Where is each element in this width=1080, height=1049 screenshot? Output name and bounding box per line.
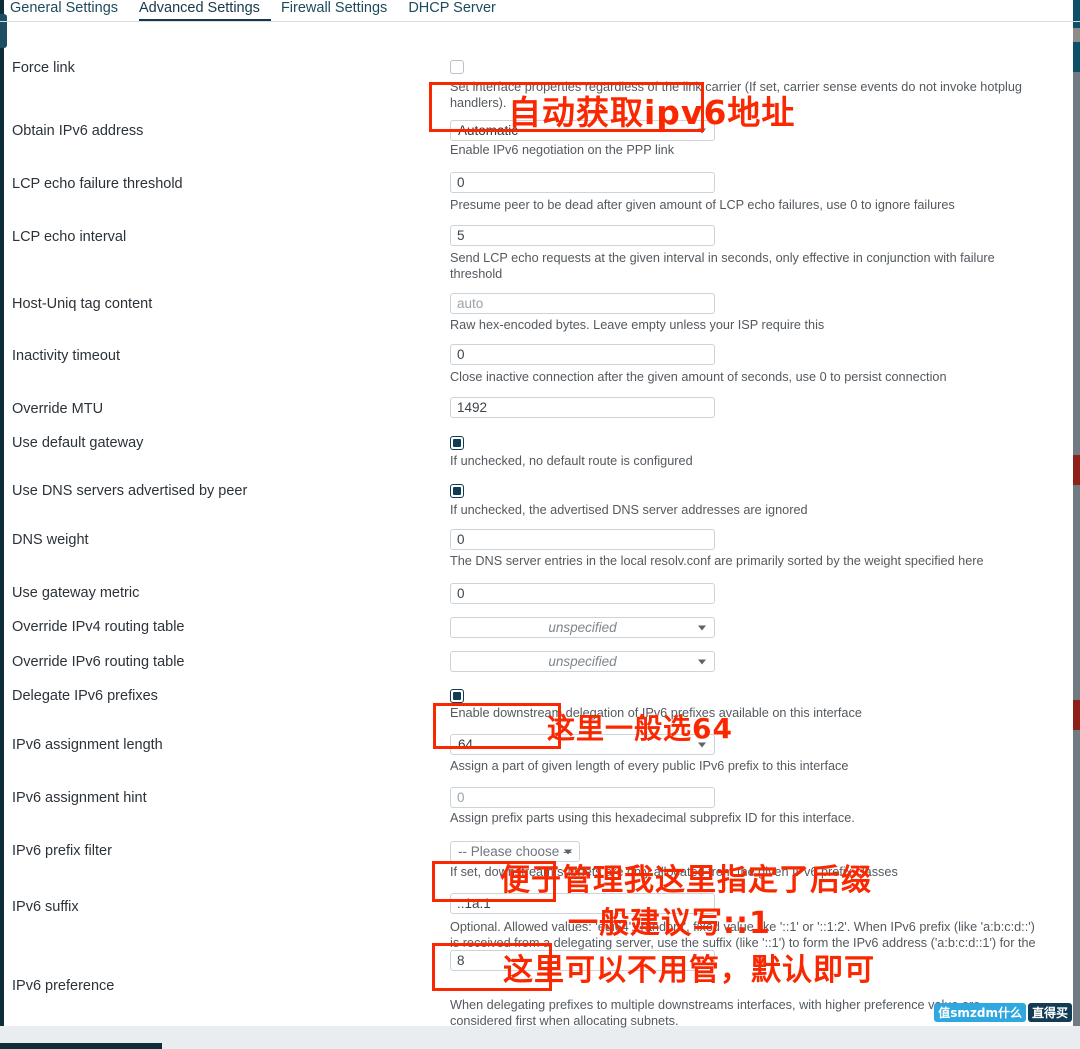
field-label: Force link: [12, 60, 75, 76]
field-label: Override MTU: [12, 401, 104, 417]
field-control: [450, 583, 715, 604]
field-control: [450, 787, 715, 808]
text-input[interactable]: [450, 293, 715, 314]
text-input[interactable]: [450, 344, 715, 365]
field-help-text: If set, downstream subnets are only allo…: [450, 865, 898, 879]
field-control: [450, 344, 715, 365]
tab-advanced-settings[interactable]: Advanced Settings: [139, 0, 271, 21]
field-control: [450, 60, 464, 74]
field-label: Delegate IPv6 prefixes: [12, 688, 158, 704]
settings-tabbar: General Settings Advanced Settings Firew…: [0, 0, 1080, 22]
chevron-down-icon: [698, 128, 706, 133]
select-dropdown[interactable]: unspecified: [450, 651, 715, 672]
chevron-down-icon: [564, 849, 572, 854]
field-help-text: Send LCP echo requests at the given inte…: [450, 251, 995, 281]
select-value: -- Please choose --: [458, 844, 573, 859]
field-label: IPv6 prefix filter: [12, 843, 112, 859]
select-dropdown[interactable]: Automatic: [450, 120, 715, 141]
field-label: Host-Uniq tag content: [12, 296, 153, 312]
watermark-right: 直得买: [1027, 1003, 1072, 1022]
field-help-text: Close inactive connection after the give…: [450, 370, 947, 384]
field-help-text: Assign a part of given length of every p…: [450, 759, 849, 773]
field-control: [450, 172, 715, 193]
field-label: IPv6 assignment length: [12, 737, 163, 753]
right-chrome-strip: [1073, 0, 1080, 1026]
select-dropdown[interactable]: unspecified: [450, 617, 715, 638]
field-label: Use DNS servers advertised by peer: [12, 483, 248, 499]
field-label: LCP echo interval: [12, 229, 127, 245]
chevron-down-icon: [698, 625, 706, 630]
checkbox-toggle[interactable]: [450, 484, 464, 498]
field-label: IPv6 preference: [12, 978, 115, 994]
chevron-down-icon: [698, 659, 706, 664]
text-input[interactable]: [450, 529, 715, 550]
text-input[interactable]: [450, 172, 715, 193]
field-help-text: Presume peer to be dead after given amou…: [450, 198, 955, 212]
field-control: [450, 689, 464, 703]
field-control: Automatic: [450, 120, 715, 141]
field-control: unspecified: [450, 617, 715, 638]
field-label: IPv6 suffix: [12, 899, 79, 915]
tab-firewall-settings[interactable]: Firewall Settings: [281, 0, 398, 21]
field-label: LCP echo failure threshold: [12, 176, 183, 192]
field-control: [450, 293, 715, 314]
field-label: Inactivity timeout: [12, 348, 120, 364]
bottom-chrome-bar: [0, 1043, 162, 1049]
field-control: [450, 893, 715, 914]
field-help-text: Assign prefix parts using this hexadecim…: [450, 811, 855, 825]
field-label: Override IPv6 routing table: [12, 654, 185, 670]
checkbox-toggle[interactable]: [450, 60, 464, 74]
field-label: Obtain IPv6 address: [12, 123, 144, 139]
text-input[interactable]: [450, 397, 715, 418]
field-help-text: The DNS server entries in the local reso…: [450, 554, 984, 568]
field-label: Use default gateway: [12, 435, 144, 451]
checkbox-toggle[interactable]: [450, 436, 464, 450]
field-help-text: Enable downstream delegation of IPv6 pre…: [450, 706, 862, 720]
field-help-text: Set interface properties regardless of t…: [450, 80, 1022, 110]
select-value: unspecified: [548, 654, 617, 669]
field-control: [450, 225, 715, 246]
select-value: Automatic: [458, 123, 519, 138]
field-control: 64: [450, 734, 715, 755]
watermark-left: 值smzdm什么: [934, 1003, 1026, 1022]
text-input[interactable]: [450, 950, 715, 971]
tab-dhcp-server[interactable]: DHCP Server: [408, 0, 507, 21]
text-input[interactable]: [450, 787, 715, 808]
select-dropdown[interactable]: 64: [450, 734, 715, 755]
text-input[interactable]: [450, 893, 715, 914]
field-control: -- Please choose --: [450, 841, 580, 862]
left-chrome-strip: [0, 0, 4, 1026]
field-help-text: If unchecked, no default route is config…: [450, 454, 693, 468]
field-label: Use gateway metric: [12, 585, 140, 601]
text-input[interactable]: [450, 583, 715, 604]
field-help-text: If unchecked, the advertised DNS server …: [450, 503, 808, 517]
checkbox-toggle[interactable]: [450, 689, 464, 703]
select-value: unspecified: [548, 620, 617, 635]
field-label: IPv6 assignment hint: [12, 790, 147, 806]
field-label: Override IPv4 routing table: [12, 619, 185, 635]
chrome-mark: [1073, 700, 1080, 730]
chrome-mark: [1073, 455, 1080, 485]
select-dropdown[interactable]: -- Please choose --: [450, 841, 580, 862]
field-control: unspecified: [450, 651, 715, 672]
settings-page: General Settings Advanced Settings Firew…: [0, 0, 1080, 1049]
text-input[interactable]: [450, 225, 715, 246]
field-control: [450, 436, 464, 450]
field-help-text: Enable IPv6 negotiation on the PPP link: [450, 143, 675, 157]
field-control: [450, 529, 715, 550]
field-label: DNS weight: [12, 532, 89, 548]
chevron-down-icon: [698, 742, 706, 747]
field-control: [450, 484, 464, 498]
field-control: [450, 397, 715, 418]
field-control: [450, 950, 715, 971]
tab-general-settings[interactable]: General Settings: [10, 0, 129, 21]
watermark: 值smzdm什么 直得买: [934, 1003, 1072, 1022]
bottom-chrome-strip: [0, 1026, 1080, 1049]
select-value: 64: [458, 737, 474, 752]
field-help-text: Raw hex-encoded bytes. Leave empty unles…: [450, 318, 825, 332]
